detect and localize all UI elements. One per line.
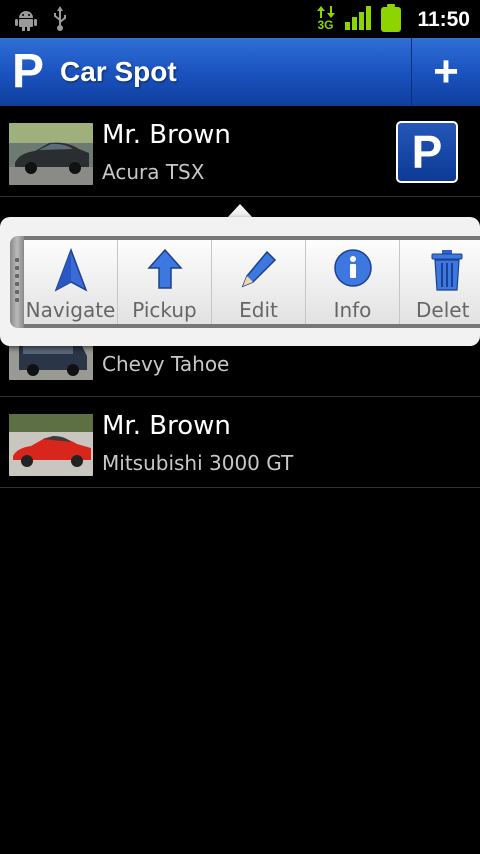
usb-icon (52, 6, 68, 36)
owner-name: Mr. Brown (102, 120, 231, 150)
pickup-arrow-icon (118, 248, 211, 292)
car-model: Chevy Tahoe (102, 352, 230, 376)
add-spot-button[interactable]: + (412, 38, 480, 106)
car-photo (9, 414, 93, 476)
network-type-label: 3G (317, 18, 334, 32)
status-bar: 3G 11:50 (0, 0, 480, 38)
car-photo (9, 123, 93, 185)
navigate-button[interactable]: Navigate (24, 240, 118, 324)
quick-action-popup: Navigate Pickup Edit Info Delet (0, 217, 480, 346)
pickup-button[interactable]: Pickup (118, 240, 212, 324)
app-logo-icon: P (12, 45, 45, 98)
quick-action-track: Navigate Pickup Edit Info Delet (10, 236, 480, 328)
info-icon (306, 248, 399, 292)
navigate-label: Navigate (25, 298, 116, 322)
android-icon (14, 7, 38, 35)
trash-icon (400, 248, 480, 292)
pickup-label: Pickup (132, 298, 197, 322)
action-bar: P Car Spot + (0, 38, 480, 106)
delete-label: Delet (416, 298, 470, 322)
edit-button[interactable]: Edit (212, 240, 306, 324)
battery-icon (381, 4, 402, 36)
car-model: Mitsubishi 3000 GT (102, 451, 294, 475)
info-label: Info (333, 298, 372, 322)
popup-pointer (227, 204, 253, 218)
car-model: Acura TSX (102, 160, 205, 184)
delete-button[interactable]: Delet (400, 240, 480, 324)
list-item[interactable]: Mr. Brown Mitsubishi 3000 GT (0, 397, 480, 488)
data-activity-icon: 3G (317, 6, 336, 34)
drag-handle[interactable] (10, 236, 24, 328)
info-button[interactable]: Info (306, 240, 400, 324)
navigate-icon (24, 248, 117, 292)
owner-name: Mr. Brown (102, 411, 231, 441)
parked-badge-icon[interactable]: P (396, 121, 458, 183)
clock: 11:50 (417, 8, 470, 31)
signal-icon (345, 6, 372, 34)
app-title: Car Spot (60, 56, 177, 87)
edit-pencil-icon (212, 248, 305, 292)
edit-label: Edit (239, 298, 278, 322)
